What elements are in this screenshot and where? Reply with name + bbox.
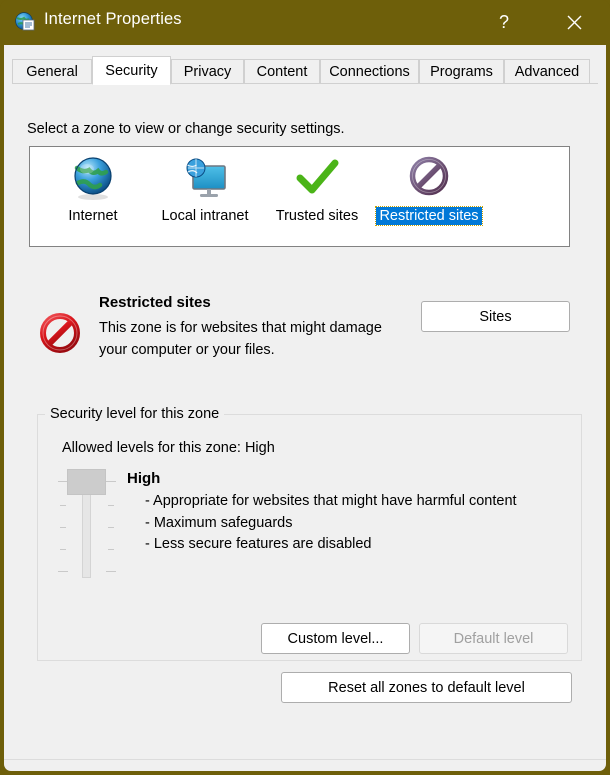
sites-button[interactable]: Sites bbox=[421, 301, 570, 332]
internet-properties-window: Internet Properties ? General Security P… bbox=[0, 0, 610, 775]
zone-item-restricted-sites[interactable]: Restricted sites bbox=[374, 154, 484, 240]
zone-item-trusted-sites[interactable]: Trusted sites bbox=[262, 154, 372, 240]
zone-label-internet: Internet bbox=[68, 208, 118, 224]
slider-tick-right-3 bbox=[108, 527, 114, 528]
close-icon[interactable] bbox=[551, 0, 597, 45]
security-level-slider[interactable] bbox=[56, 465, 118, 580]
title-bar: Internet Properties ? bbox=[0, 0, 610, 45]
zone-list[interactable]: Internet Local intranet Trusted sites Re… bbox=[29, 146, 570, 247]
tab-strip: General Security Privacy Content Connect… bbox=[4, 56, 606, 85]
slider-thumb[interactable] bbox=[67, 469, 106, 495]
internet-properties-icon bbox=[14, 11, 36, 33]
slider-tick-left-4 bbox=[60, 549, 66, 550]
prohibition-sign-icon bbox=[374, 154, 484, 202]
slider-tick-left-2 bbox=[60, 505, 66, 506]
zone-item-local-intranet[interactable]: Local intranet bbox=[150, 154, 260, 240]
green-check-icon bbox=[262, 154, 372, 202]
globe-icon bbox=[38, 154, 148, 202]
footer-divider bbox=[4, 759, 606, 760]
zone-label-restricted-sites: Restricted sites bbox=[375, 206, 483, 226]
monitor-globe-icon bbox=[150, 154, 260, 202]
zone-item-internet[interactable]: Internet bbox=[38, 154, 148, 240]
level-bullet-2: - Maximum safeguards bbox=[145, 514, 293, 531]
zone-label-trusted-sites: Trusted sites bbox=[275, 208, 359, 224]
tab-connections[interactable]: Connections bbox=[320, 59, 419, 84]
tab-security[interactable]: Security bbox=[92, 56, 171, 85]
zone-prompt-label: Select a zone to view or change security… bbox=[27, 121, 345, 137]
slider-tick-right-5 bbox=[106, 571, 116, 572]
red-prohibition-sign-icon bbox=[36, 309, 84, 357]
dialog-client-area: General Security Privacy Content Connect… bbox=[4, 45, 606, 771]
selected-zone-title: Restricted sites bbox=[99, 294, 211, 311]
slider-tick-left-3 bbox=[60, 527, 66, 528]
tab-general[interactable]: General bbox=[12, 59, 92, 84]
default-level-button: Default level bbox=[419, 623, 568, 654]
security-level-name: High bbox=[127, 470, 161, 487]
level-bullet-1: - Appropriate for websites that might ha… bbox=[145, 493, 517, 509]
tab-privacy[interactable]: Privacy bbox=[171, 59, 244, 84]
tab-content[interactable]: Content bbox=[244, 59, 320, 84]
slider-tick-left-5 bbox=[58, 571, 68, 572]
security-level-group-legend: Security level for this zone bbox=[45, 406, 225, 422]
reset-all-zones-button[interactable]: Reset all zones to default level bbox=[281, 672, 572, 703]
window-title: Internet Properties bbox=[44, 10, 182, 28]
selected-zone-description: This zone is for websites that might dam… bbox=[99, 320, 382, 358]
custom-level-button[interactable]: Custom level... bbox=[261, 623, 410, 654]
help-button[interactable]: ? bbox=[481, 0, 527, 45]
allowed-levels-label: Allowed levels for this zone: High bbox=[62, 440, 275, 456]
level-bullet-3: - Less secure features are disabled bbox=[145, 536, 372, 552]
zone-label-local-intranet: Local intranet bbox=[161, 208, 249, 224]
slider-tick-right-2 bbox=[108, 505, 114, 506]
security-level-bullets: - Appropriate for websites that might ha… bbox=[145, 491, 525, 556]
tab-advanced[interactable]: Advanced bbox=[504, 59, 590, 84]
slider-tick-right-4 bbox=[108, 549, 114, 550]
slider-tick-right-1 bbox=[106, 481, 116, 482]
tab-programs[interactable]: Programs bbox=[419, 59, 504, 84]
